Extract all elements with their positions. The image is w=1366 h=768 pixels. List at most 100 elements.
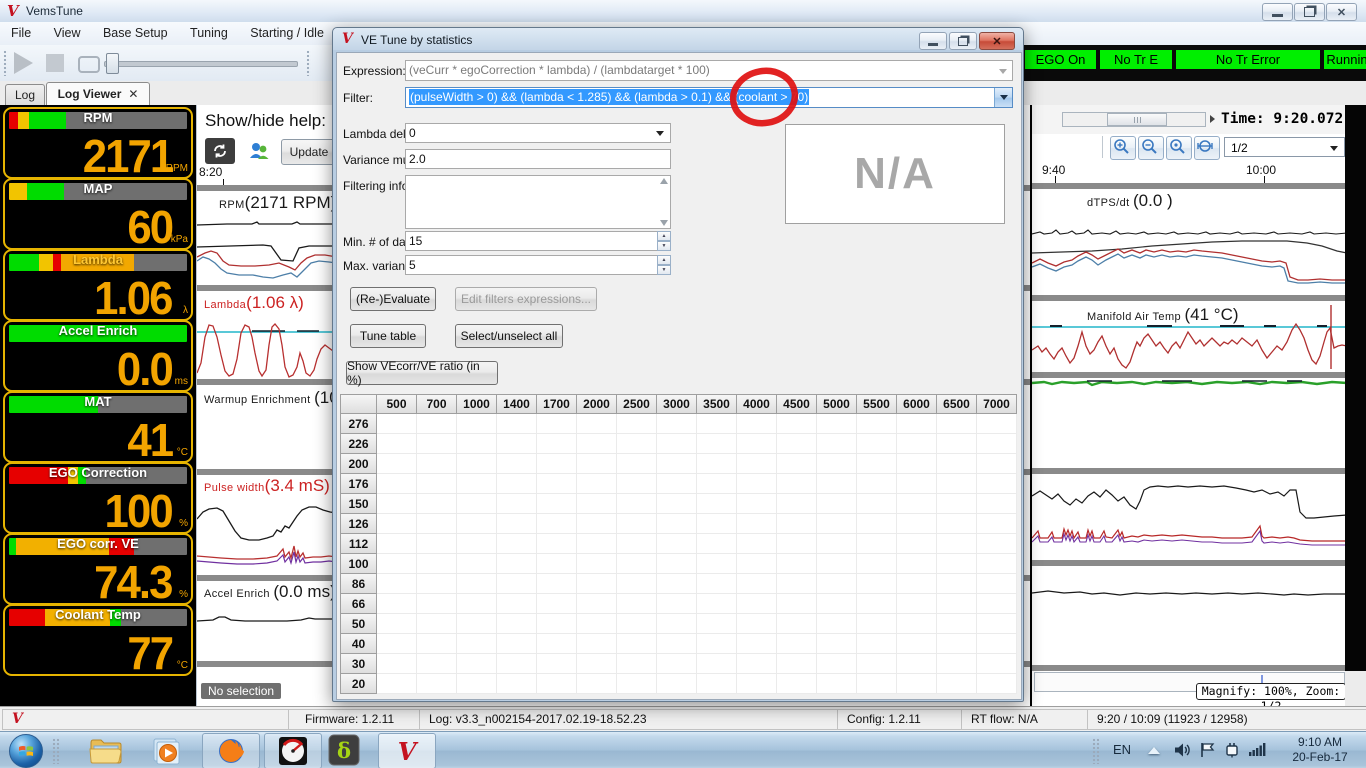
- map-row-header[interactable]: 200: [340, 454, 377, 474]
- ve-cell[interactable]: [457, 574, 497, 594]
- ve-cell[interactable]: [857, 434, 897, 454]
- ve-cell[interactable]: [417, 474, 457, 494]
- taskbar-mediaplayer-button[interactable]: [148, 736, 182, 768]
- ve-cell[interactable]: [537, 634, 577, 654]
- ve-cell[interactable]: [737, 594, 777, 614]
- ve-cell[interactable]: [577, 674, 617, 694]
- ve-cell[interactable]: [977, 434, 1017, 454]
- ve-cell[interactable]: [577, 454, 617, 474]
- ve-cell[interactable]: [577, 594, 617, 614]
- ve-cell[interactable]: [457, 494, 497, 514]
- ve-cell[interactable]: [737, 634, 777, 654]
- window-close-button[interactable]: ✕: [1326, 3, 1357, 21]
- ve-cell[interactable]: [617, 454, 657, 474]
- stop-icon[interactable]: [46, 54, 64, 72]
- ve-cell[interactable]: [497, 434, 537, 454]
- refresh-button[interactable]: [205, 138, 235, 164]
- expression-combobox[interactable]: (veCurr * egoCorrection * lambda) / (lam…: [405, 60, 1013, 81]
- ve-cell[interactable]: [897, 574, 937, 594]
- ve-cell[interactable]: [417, 554, 457, 574]
- ve-cell[interactable]: [657, 654, 697, 674]
- ve-cell[interactable]: [577, 634, 617, 654]
- ve-cell[interactable]: [937, 634, 977, 654]
- ve-cell[interactable]: [537, 614, 577, 634]
- ve-cell[interactable]: [617, 554, 657, 574]
- ve-cell[interactable]: [937, 654, 977, 674]
- ve-cell[interactable]: [857, 494, 897, 514]
- ve-cell[interactable]: [377, 554, 417, 574]
- ve-cell[interactable]: [577, 654, 617, 674]
- taskbar-gauge-app-button[interactable]: [264, 733, 322, 768]
- ve-cell[interactable]: [417, 634, 457, 654]
- menu-base-setup[interactable]: Base Setup: [94, 22, 177, 44]
- ve-cell[interactable]: [697, 594, 737, 614]
- map-row-header[interactable]: 112: [340, 534, 377, 554]
- rpm-column-header[interactable]: 5000: [817, 394, 857, 414]
- tab-log[interactable]: Log: [5, 84, 45, 105]
- ve-cell[interactable]: [897, 454, 937, 474]
- ve-cell[interactable]: [737, 434, 777, 454]
- ve-cell[interactable]: [657, 534, 697, 554]
- zoom-out-button[interactable]: [1138, 136, 1164, 160]
- pulse-width-chart[interactable]: [197, 499, 337, 575]
- ve-cell[interactable]: [777, 574, 817, 594]
- ve-cell[interactable]: [977, 654, 1017, 674]
- lambda-delay-combobox[interactable]: 0: [405, 123, 671, 143]
- ve-cell[interactable]: [417, 454, 457, 474]
- ve-cell[interactable]: [377, 594, 417, 614]
- ve-cell[interactable]: [497, 674, 537, 694]
- ve-cell[interactable]: [777, 434, 817, 454]
- ve-cell[interactable]: [937, 514, 977, 534]
- ve-cell[interactable]: [777, 454, 817, 474]
- ego-state-chart[interactable]: [1032, 378, 1347, 392]
- rpm-column-header[interactable]: 4500: [777, 394, 817, 414]
- window-restore-button[interactable]: [1294, 3, 1325, 21]
- playback-slider-thumb[interactable]: [106, 53, 119, 74]
- ve-cell[interactable]: [497, 494, 537, 514]
- rpm-column-header[interactable]: 1000: [457, 394, 497, 414]
- ve-cell[interactable]: [977, 574, 1017, 594]
- ve-cell[interactable]: [777, 654, 817, 674]
- ve-cell[interactable]: [937, 434, 977, 454]
- ve-cell[interactable]: [657, 414, 697, 434]
- ve-cell[interactable]: [417, 654, 457, 674]
- ve-cell[interactable]: [897, 594, 937, 614]
- zoom-fit-button[interactable]: [1194, 136, 1220, 160]
- ve-cell[interactable]: [657, 554, 697, 574]
- ve-cell[interactable]: [737, 514, 777, 534]
- ve-cell[interactable]: [497, 634, 537, 654]
- scroll-down-icon[interactable]: [660, 220, 668, 226]
- tray-network-icon[interactable]: [1248, 742, 1266, 762]
- update-button[interactable]: Update: [281, 139, 337, 165]
- tab-log-viewer[interactable]: Log Viewer ✕: [46, 82, 150, 105]
- ve-cell[interactable]: [377, 674, 417, 694]
- min-data-input[interactable]: 15: [405, 231, 659, 251]
- rpm-column-header[interactable]: 5500: [857, 394, 897, 414]
- min-data-stepper[interactable]: ▲▼: [657, 231, 671, 251]
- ve-cell[interactable]: [897, 614, 937, 634]
- ve-cell[interactable]: [697, 674, 737, 694]
- ve-cell[interactable]: [857, 534, 897, 554]
- ve-cell[interactable]: [777, 594, 817, 614]
- ve-cell[interactable]: [657, 514, 697, 534]
- community-button[interactable]: [243, 138, 275, 164]
- ve-cell[interactable]: [377, 494, 417, 514]
- ve-cell[interactable]: [697, 554, 737, 574]
- dialog-titlebar[interactable]: V VE Tune by statistics ✕: [333, 28, 1023, 52]
- ve-cell[interactable]: [817, 414, 857, 434]
- ve-cell[interactable]: [777, 414, 817, 434]
- ve-cell[interactable]: [977, 614, 1017, 634]
- ve-cell[interactable]: [817, 534, 857, 554]
- ve-cell[interactable]: [577, 474, 617, 494]
- scrollbar-thumb[interactable]: [1107, 113, 1167, 126]
- ve-cell[interactable]: [457, 634, 497, 654]
- ve-cell[interactable]: [537, 434, 577, 454]
- ve-cell[interactable]: [537, 494, 577, 514]
- ve-cell[interactable]: [737, 554, 777, 574]
- ve-cell[interactable]: [977, 554, 1017, 574]
- ve-cell[interactable]: [897, 474, 937, 494]
- ve-cell[interactable]: [417, 434, 457, 454]
- filtering-info-textarea[interactable]: [405, 175, 671, 229]
- taskbar-explorer-button[interactable]: [88, 736, 124, 768]
- ve-cell[interactable]: [657, 494, 697, 514]
